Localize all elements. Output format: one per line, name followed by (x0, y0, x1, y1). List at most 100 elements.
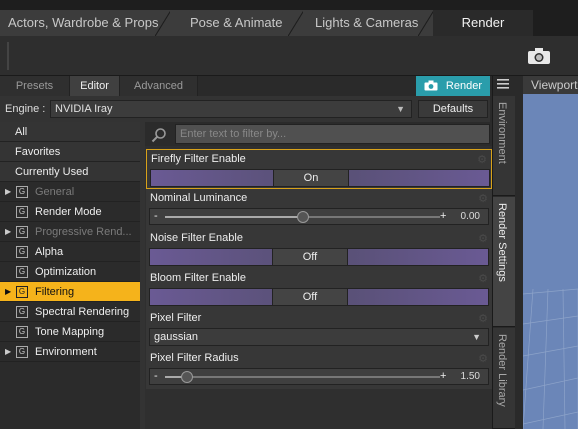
toolbar-grip[interactable] (7, 42, 9, 70)
slider-fill (165, 216, 303, 218)
category-tone-mapping[interactable]: G Tone Mapping (0, 322, 140, 342)
decrement-button[interactable]: - (154, 209, 158, 224)
render-settings-panel: Presets Editor Advanced Render Engine : … (0, 76, 492, 429)
category-label: Render Mode (35, 206, 102, 218)
property-label: Firefly Filter Enable (151, 153, 246, 165)
search-icon (151, 128, 166, 143)
category-alpha[interactable]: G Alpha (0, 242, 140, 262)
engine-row: Engine : NVIDIA Iray ▼ Defaults (0, 98, 490, 120)
category-label: Tone Mapping (35, 326, 105, 338)
panel-tabs: Presets Editor Advanced Render (0, 76, 490, 96)
engine-label: Engine : (5, 103, 46, 115)
category-optimization[interactable]: G Optimization (0, 262, 140, 282)
increment-button[interactable]: + (440, 209, 446, 224)
slider-track (165, 376, 440, 378)
property-firefly-filter-enable: Firefly Filter Enable ⚙ On (146, 149, 492, 189)
render-button-label: Render (445, 80, 482, 92)
tab-actors-wardrobe-props[interactable]: Actors, Wardrobe & Props (0, 10, 171, 36)
vertical-tab-label: Environment (496, 102, 508, 164)
firefly-filter-toggle[interactable]: On (150, 169, 490, 187)
tab-presets[interactable]: Presets (0, 76, 70, 96)
viewport-tab[interactable]: Viewport (523, 76, 578, 94)
group-icon: G (16, 286, 28, 298)
toggle-value: Off (272, 249, 348, 265)
category-label: Optimization (35, 266, 97, 278)
expand-triangle-icon[interactable]: ▶ (5, 182, 11, 202)
slider-value[interactable]: 0.00 (461, 209, 480, 224)
slider-knob[interactable] (181, 371, 193, 383)
gear-icon[interactable]: ⚙ (478, 192, 488, 205)
toggle-value: Off (272, 289, 348, 305)
render-button[interactable]: Render (416, 76, 490, 96)
property-label: Nominal Luminance (150, 192, 248, 204)
category-filtering[interactable]: ▶ G Filtering (0, 282, 140, 302)
group-icon: G (16, 246, 28, 258)
tab-advanced[interactable]: Advanced (120, 76, 198, 96)
property-bloom-filter-enable: Bloom Filter Enable ⚙ Off (146, 269, 492, 309)
viewport-grid (523, 288, 578, 429)
tab-editor[interactable]: Editor (70, 76, 120, 96)
menu-icon[interactable] (497, 78, 511, 90)
vertical-tab-label: Render Library (496, 334, 508, 407)
gear-icon[interactable]: ⚙ (478, 312, 488, 325)
group-icon: G (16, 326, 28, 338)
increment-button[interactable]: + (440, 369, 446, 384)
slider-knob[interactable] (296, 211, 309, 223)
category-all[interactable]: All (0, 122, 140, 142)
group-icon: G (16, 186, 28, 198)
chevron-down-icon: ▼ (472, 332, 481, 342)
category-label: Spectral Rendering (35, 306, 130, 318)
filter-input[interactable]: Enter text to filter by... (175, 124, 490, 144)
gear-icon[interactable]: ⚙ (478, 352, 488, 365)
tab-environment[interactable]: Environment (493, 96, 515, 196)
tab-render[interactable]: Render (433, 10, 533, 36)
category-render-mode[interactable]: G Render Mode (0, 202, 140, 222)
property-label: Pixel Filter (150, 312, 202, 324)
engine-select[interactable]: NVIDIA Iray ▼ (50, 100, 412, 118)
property-nominal-luminance: Nominal Luminance ⚙ - + 0.00 (146, 189, 492, 229)
property-label: Pixel Filter Radius (150, 352, 239, 364)
group-icon: G (16, 266, 28, 278)
expand-triangle-icon[interactable]: ▶ (5, 342, 11, 362)
category-progressive-rendering[interactable]: ▶ G Progressive Rend... (0, 222, 140, 242)
property-label: Noise Filter Enable (150, 232, 243, 244)
nominal-luminance-slider[interactable]: - + 0.00 (149, 208, 489, 225)
camera-icon (424, 80, 438, 91)
expand-triangle-icon[interactable]: ▶ (5, 282, 11, 302)
category-general[interactable]: ▶ G General (0, 182, 140, 202)
group-icon: G (16, 306, 28, 318)
slider-value[interactable]: 1.50 (461, 369, 480, 384)
gear-icon[interactable]: ⚙ (478, 272, 488, 285)
bloom-filter-toggle[interactable]: Off (149, 288, 489, 306)
defaults-button[interactable]: Defaults (418, 100, 488, 118)
render-toolbar (0, 36, 578, 76)
category-environment[interactable]: ▶ G Environment (0, 342, 140, 362)
engine-value: NVIDIA Iray (55, 103, 113, 115)
tab-render-settings[interactable]: Render Settings (493, 197, 515, 327)
tab-lights-cameras[interactable]: Lights & Cameras (303, 10, 434, 36)
expand-triangle-icon[interactable]: ▶ (5, 222, 11, 242)
gear-icon[interactable]: ⚙ (478, 232, 488, 245)
gear-icon[interactable]: ⚙ (477, 153, 487, 166)
category-label: General (35, 186, 75, 198)
category-favorites[interactable]: Favorites (0, 142, 140, 162)
category-currently-used[interactable]: Currently Used (0, 162, 140, 182)
decrement-button[interactable]: - (154, 369, 158, 384)
pixel-filter-value: gaussian (154, 331, 199, 343)
category-label: Filtering (35, 286, 75, 298)
category-spectral-rendering[interactable]: G Spectral Rendering (0, 302, 140, 322)
noise-filter-toggle[interactable]: Off (149, 248, 489, 266)
pixel-filter-radius-slider[interactable]: - + 1.50 (149, 368, 489, 385)
category-label: Environment (35, 346, 97, 358)
category-label: Progressive Rend... (35, 226, 132, 238)
group-icon: G (16, 206, 28, 218)
camera-icon[interactable] (527, 47, 551, 65)
top-tab-bar: Actors, Wardrobe & Props Pose & Animate … (0, 0, 578, 36)
pixel-filter-select[interactable]: gaussian ▼ (149, 328, 489, 346)
category-label: Alpha (35, 246, 64, 258)
tab-render-library[interactable]: Render Library (493, 328, 515, 429)
vertical-tab-label: Render Settings (496, 203, 508, 282)
property-list: Enter text to filter by... Firefly Filte… (145, 122, 492, 429)
tab-pose-animate[interactable]: Pose & Animate (170, 10, 304, 36)
viewport[interactable] (523, 94, 578, 429)
